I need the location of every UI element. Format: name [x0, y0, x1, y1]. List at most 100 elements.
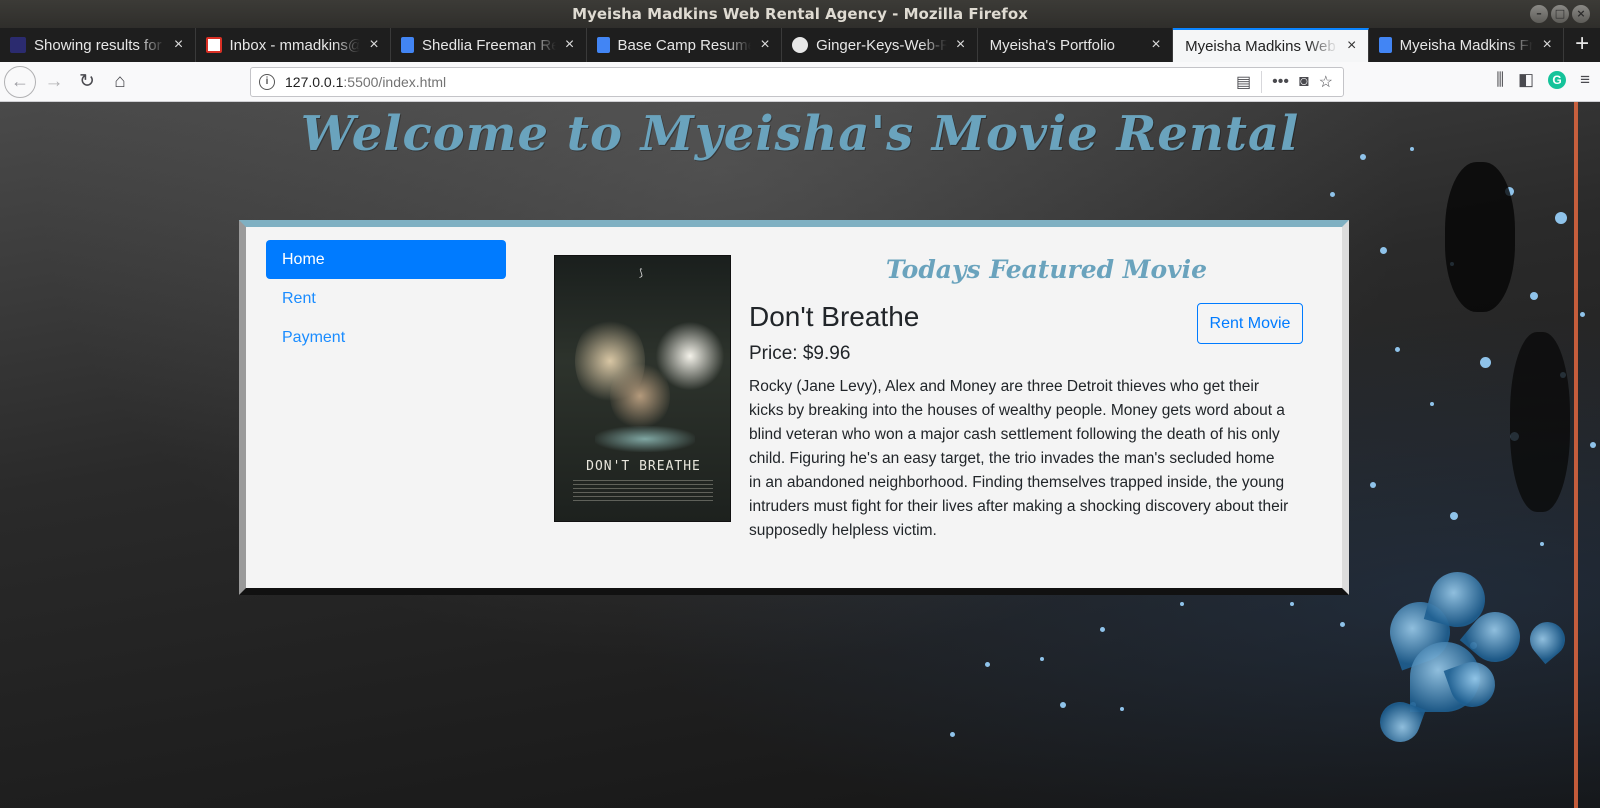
window-controls: – □ × — [1530, 5, 1590, 23]
paint-splatter — [1530, 292, 1538, 300]
poster-title: DON'T BREATHE — [586, 459, 701, 474]
sidebar-icon[interactable]: ◧ — [1518, 70, 1534, 90]
page-edge-accent — [1574, 102, 1578, 808]
pocket-icon[interactable]: ◙ — [1299, 73, 1309, 91]
google-docs-icon — [401, 37, 415, 53]
tab-title: Myeisha's Portfolio — [989, 36, 1115, 54]
paint-splatter — [1040, 657, 1044, 661]
poster-car-glow — [595, 426, 695, 452]
featured-movie: Todays Featured Movie Don't Breathe Pric… — [749, 255, 1304, 543]
paint-splatter — [1330, 192, 1335, 197]
paint-splatter — [1590, 442, 1596, 448]
tab-close-icon[interactable]: × — [171, 36, 187, 54]
paint-splatter — [1480, 357, 1491, 368]
content-card: Home Rent Payment ⟆ DON'T BREATHE Todays… — [239, 220, 1349, 595]
paint-splatter — [1340, 622, 1345, 627]
tab-close-icon[interactable]: × — [562, 36, 578, 54]
back-button[interactable]: ← — [4, 65, 36, 98]
movie-poster: ⟆ DON'T BREATHE — [554, 255, 731, 522]
browser-tab[interactable]: Base Camp Resume × — [587, 28, 783, 62]
tab-close-icon[interactable]: × — [1344, 37, 1360, 55]
menu-icon[interactable]: ≡ — [1580, 70, 1590, 90]
reload-button[interactable]: ↻ — [72, 67, 102, 97]
tab-title: Shedlia Freeman Re — [422, 36, 556, 54]
home-icon: ⌂ — [114, 70, 126, 92]
minimize-button[interactable]: – — [1530, 5, 1548, 23]
github-icon — [792, 37, 809, 53]
page-actions-icon[interactable]: ••• — [1272, 73, 1289, 91]
browser-tab[interactable]: Myeisha Madkins Web R × — [1173, 28, 1369, 62]
library-icon[interactable]: ⫼ — [1496, 70, 1504, 90]
tab-strip: Showing results for × Inbox - mmadkins@ × Sh… — [0, 28, 1600, 62]
reload-icon: ↻ — [79, 71, 95, 92]
url-separator — [1261, 71, 1263, 93]
side-nav: Home Rent Payment — [266, 240, 506, 357]
paint-splatter — [985, 662, 990, 667]
tab-title: Ginger-Keys-Web-Re — [816, 36, 947, 54]
page-viewport: Welcome to Myeisha's Movie Rental Home R… — [0, 102, 1600, 808]
tab-title: Base Camp Resume — [617, 36, 752, 54]
paint-splatter — [1060, 702, 1066, 708]
paint-splatter — [950, 732, 955, 737]
url-bar[interactable]: i 127.0.0.1:5500/index.html ▤ ••• ◙ ☆ — [250, 67, 1344, 97]
window-title: Myeisha Madkins Web Rental Agency - Mozi… — [572, 5, 1028, 23]
nav-link-payment[interactable]: Payment — [266, 318, 506, 357]
tab-close-icon[interactable]: × — [1539, 36, 1555, 54]
paint-splatter — [1555, 212, 1567, 224]
tab-close-icon[interactable]: × — [953, 36, 969, 54]
window-titlebar: Myeisha Madkins Web Rental Agency - Mozi… — [0, 0, 1600, 28]
gmail-icon — [205, 37, 222, 53]
nav-link-home[interactable]: Home — [266, 240, 506, 279]
browser-tab[interactable]: Myeisha Madkins Fr × — [1369, 28, 1565, 62]
url-host: 127.0.0.1 — [285, 74, 344, 90]
tab-title: Inbox - mmadkins@ — [229, 36, 361, 54]
browser-tab[interactable]: Myeisha's Portfolio × — [978, 28, 1174, 62]
home-button[interactable]: ⌂ — [105, 67, 135, 97]
movie-description: Rocky (Jane Levy), Alex and Money are th… — [749, 378, 1289, 539]
forward-button[interactable]: → — [39, 67, 69, 97]
tab-title: Myeisha Madkins Fr — [1399, 36, 1534, 54]
lotus-petal — [1522, 614, 1573, 665]
paint-splatter — [1450, 512, 1458, 520]
new-tab-button[interactable]: + — [1564, 28, 1600, 62]
bookmark-star-icon[interactable]: ☆ — [1319, 72, 1333, 92]
browser-tab[interactable]: Inbox - mmadkins@ × — [196, 28, 392, 62]
url-path: :5500/index.html — [343, 74, 447, 90]
poster-credits — [573, 480, 713, 504]
close-window-button[interactable]: × — [1572, 5, 1590, 23]
navigation-toolbar: ← → ↻ ⌂ i 127.0.0.1:5500/index.html ▤ ••… — [0, 62, 1600, 102]
site-info-icon[interactable]: i — [259, 74, 275, 90]
tab-close-icon[interactable]: × — [757, 36, 773, 54]
paint-splatter — [1120, 707, 1124, 711]
paint-splatter — [1370, 482, 1376, 488]
nav-link-rent[interactable]: Rent — [266, 279, 506, 318]
google-docs-icon — [596, 37, 610, 53]
nu-icon — [10, 37, 26, 53]
paint-splatter — [1180, 602, 1184, 606]
page-heading: Welcome to Myeisha's Movie Rental — [300, 106, 1300, 162]
rent-movie-button[interactable]: Rent Movie — [1197, 303, 1303, 344]
tab-title: Showing results for — [34, 36, 162, 54]
browser-tab[interactable]: Showing results for × — [0, 28, 196, 62]
tab-title: Myeisha Madkins Web R — [1185, 37, 1338, 55]
featured-heading: Todays Featured Movie — [885, 255, 1208, 284]
ink-silhouette — [1445, 162, 1515, 312]
tab-close-icon[interactable]: × — [1148, 36, 1164, 54]
paint-splatter — [1395, 347, 1400, 352]
movie-price: Price: $9.96 — [749, 343, 851, 364]
paint-splatter — [1290, 602, 1294, 606]
browser-tab[interactable]: Shedlia Freeman Re × — [391, 28, 587, 62]
grammarly-icon[interactable]: G — [1548, 71, 1567, 89]
back-arrow-icon: ← — [11, 71, 29, 91]
google-docs-icon — [1378, 37, 1392, 53]
poster-figure-glow — [610, 361, 670, 431]
browser-tab[interactable]: Ginger-Keys-Web-Re × — [782, 28, 978, 62]
ink-silhouette — [1510, 332, 1570, 512]
url-actions: ▤ ••• ◙ ☆ — [1236, 71, 1343, 93]
paint-splatter — [1580, 312, 1585, 317]
tab-close-icon[interactable]: × — [366, 36, 382, 54]
paint-splatter — [1100, 627, 1105, 632]
studio-logo-icon: ⟆ — [639, 268, 643, 279]
reader-view-icon[interactable]: ▤ — [1236, 72, 1251, 92]
maximize-button[interactable]: □ — [1551, 5, 1569, 23]
